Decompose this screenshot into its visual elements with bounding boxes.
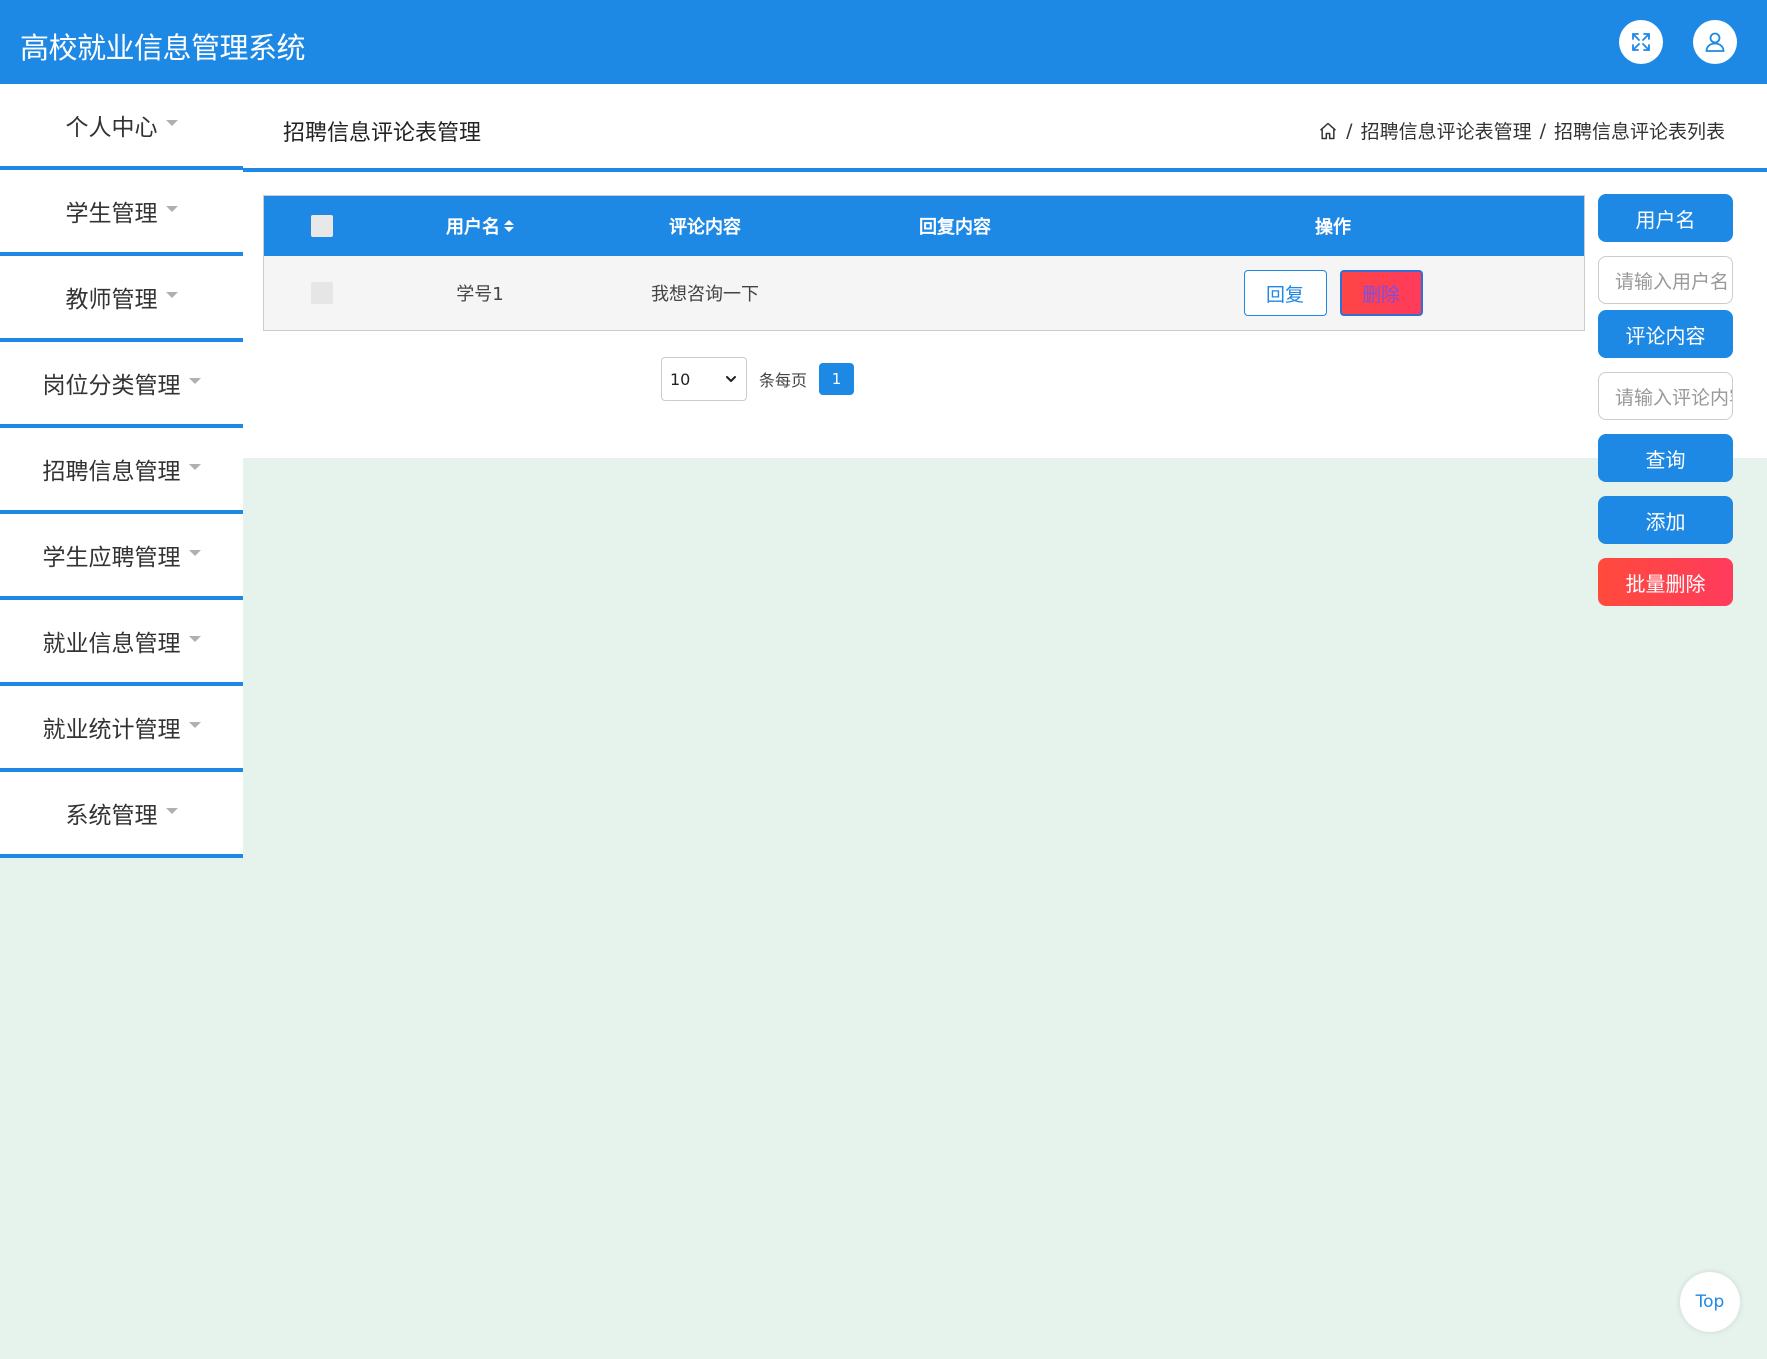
breadcrumb-current: 招聘信息评论表列表: [1553, 121, 1725, 143]
back-to-top-button[interactable]: Top: [1680, 1272, 1740, 1332]
sort-icon[interactable]: [504, 220, 514, 232]
page-size-select[interactable]: 10: [661, 357, 747, 401]
sidebar-item-label: 就业统计管理: [42, 717, 181, 743]
column-header-comment: 评论内容: [669, 217, 741, 238]
expand-icon: [1632, 33, 1650, 51]
chevron-down-icon: [726, 376, 736, 382]
sidebar-item-students[interactable]: 学生管理: [0, 170, 243, 256]
caret-down-icon: [188, 464, 201, 470]
column-header-actions: 操作: [1315, 217, 1351, 238]
sidebar-item-label: 学生管理: [65, 201, 158, 227]
comments-table: 用户名 评论内容 回复内容 操作 学号1 我想咨询一下 回复 删除: [263, 195, 1585, 331]
comment-label: 评论内容: [1598, 310, 1733, 358]
caret-down-icon: [165, 206, 178, 212]
sidebar-item-label: 教师管理: [65, 287, 158, 313]
table-header: 用户名 评论内容 回复内容 操作: [264, 196, 1584, 256]
username-search-input[interactable]: 请输入用户名: [1598, 256, 1733, 304]
fullscreen-button[interactable]: [1619, 20, 1663, 64]
reply-button[interactable]: 回复: [1243, 270, 1327, 316]
column-header-reply: 回复内容: [919, 217, 991, 238]
sidebar-item-label: 就业信息管理: [42, 631, 181, 657]
breadcrumb-item[interactable]: 招聘信息评论表管理: [1361, 117, 1532, 144]
username-label: 用户名: [1598, 194, 1733, 242]
table-row: 学号1 我想咨询一下 回复 删除: [264, 256, 1584, 330]
comment-search-input[interactable]: 请输入评论内容: [1598, 372, 1733, 420]
cell-username: 学号1: [456, 284, 504, 305]
delete-button[interactable]: 删除: [1339, 270, 1423, 316]
sidebar-item-label: 个人中心: [65, 115, 158, 141]
caret-down-icon: [165, 292, 178, 298]
breadcrumb-separator: /: [1346, 119, 1353, 142]
page-button-current[interactable]: 1: [819, 363, 855, 395]
per-page-label: 条每页: [759, 371, 808, 390]
sidebar-item-system[interactable]: 系统管理: [0, 772, 243, 858]
page-header: 招聘信息评论表管理 / 招聘信息评论表管理 / 招聘信息评论表列表: [243, 84, 1767, 172]
user-menu-button[interactable]: [1693, 20, 1737, 64]
sidebar-item-label: 系统管理: [65, 803, 158, 829]
sidebar-item-recruitment[interactable]: 招聘信息管理: [0, 428, 243, 514]
sidebar-item-job-categories[interactable]: 岗位分类管理: [0, 342, 243, 428]
user-icon: [1705, 32, 1725, 52]
page-size-value: 10: [670, 369, 691, 389]
sidebar-item-label: 学生应聘管理: [42, 545, 181, 571]
search-panel: 用户名 请输入用户名 评论内容 请输入评论内容 查询 添加 批量删除: [1598, 194, 1733, 606]
sidebar-item-statistics[interactable]: 就业统计管理: [0, 686, 243, 772]
caret-down-icon: [188, 636, 201, 642]
caret-down-icon: [165, 808, 178, 814]
page-title: 招聘信息评论表管理: [283, 121, 482, 146]
select-all-checkbox[interactable]: [311, 215, 333, 237]
sidebar-item-teachers[interactable]: 教师管理: [0, 256, 243, 342]
sidebar-item-applications[interactable]: 学生应聘管理: [0, 514, 243, 600]
row-checkbox[interactable]: [311, 282, 333, 304]
top-bar: 高校就业信息管理系统: [0, 0, 1767, 84]
sidebar: 个人中心 学生管理 教师管理 岗位分类管理 招聘信息管理 学生应聘管理 就业信息…: [0, 84, 243, 858]
cell-reply: [830, 256, 1080, 330]
breadcrumb: / 招聘信息评论表管理 / 招聘信息评论表列表: [1318, 117, 1725, 144]
caret-down-icon: [188, 378, 201, 384]
sidebar-item-label: 招聘信息管理: [42, 459, 181, 485]
app-title: 高校就业信息管理系统: [20, 31, 306, 65]
caret-down-icon: [188, 722, 201, 728]
query-button[interactable]: 查询: [1598, 434, 1733, 482]
breadcrumb-separator: /: [1539, 119, 1546, 142]
add-button[interactable]: 添加: [1598, 496, 1733, 544]
pagination: 10 条每页 1: [661, 357, 855, 401]
main-content: 招聘信息评论表管理 / 招聘信息评论表管理 / 招聘信息评论表列表 用户名 评论…: [243, 84, 1767, 458]
column-header-username[interactable]: 用户名: [380, 196, 580, 256]
caret-down-icon: [188, 550, 201, 556]
caret-down-icon: [165, 120, 178, 126]
home-icon[interactable]: [1318, 121, 1338, 141]
batch-delete-button[interactable]: 批量删除: [1598, 558, 1733, 606]
sidebar-item-label: 岗位分类管理: [42, 373, 181, 399]
sidebar-item-personal-center[interactable]: 个人中心: [0, 84, 243, 170]
cell-actions: 回复 删除: [1080, 256, 1586, 330]
sidebar-item-employment[interactable]: 就业信息管理: [0, 600, 243, 686]
cell-comment: 我想咨询一下: [651, 284, 759, 305]
